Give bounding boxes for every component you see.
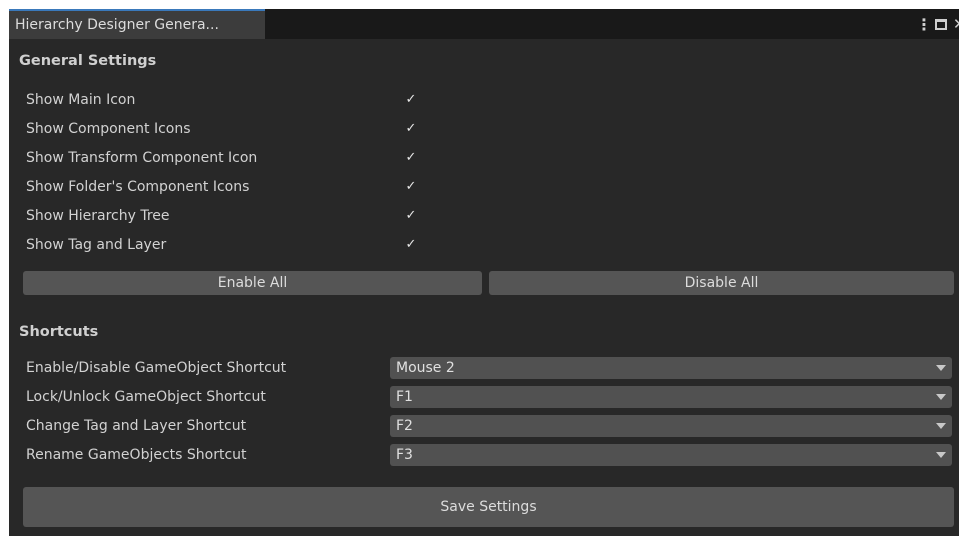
shortcut-label: Change Tag and Layer Shortcut <box>26 418 247 434</box>
dropdown-value: F2 <box>396 418 413 434</box>
window-tools: ⋮ ✕ <box>916 9 959 39</box>
dropdown-arrow-icon <box>936 394 946 400</box>
dropdown-arrow-icon <box>936 365 946 371</box>
dropdown-arrow-icon <box>936 423 946 429</box>
dropdown-value: F1 <box>396 389 413 405</box>
tab-bar: Hierarchy Designer Genera... ⋮ ✕ <box>9 9 959 39</box>
option-row: Show Hierarchy Tree ✓ <box>26 205 946 227</box>
option-row: Show Transform Component Icon ✓ <box>26 147 946 169</box>
show-component-icons-checkbox[interactable]: ✓ <box>403 121 419 137</box>
option-label: Show Main Icon <box>26 92 136 108</box>
option-label: Show Tag and Layer <box>26 237 167 253</box>
dropdown-value: Mouse 2 <box>396 360 455 376</box>
enable-disable-shortcut-dropdown[interactable]: Mouse 2 <box>390 357 952 379</box>
editor-window: Hierarchy Designer Genera... ⋮ ✕ General… <box>9 9 959 536</box>
option-label: Show Hierarchy Tree <box>26 208 170 224</box>
show-tag-layer-checkbox[interactable]: ✓ <box>403 237 419 253</box>
window-tab[interactable]: Hierarchy Designer Genera... <box>9 9 265 39</box>
save-settings-button[interactable]: Save Settings <box>23 487 954 527</box>
disable-all-button[interactable]: Disable All <box>489 271 954 295</box>
option-row: Show Tag and Layer ✓ <box>26 234 946 256</box>
maximize-icon[interactable] <box>935 18 947 30</box>
dropdown-arrow-icon <box>936 452 946 458</box>
option-row: Show Component Icons ✓ <box>26 118 946 140</box>
show-main-icon-checkbox[interactable]: ✓ <box>403 92 419 108</box>
general-settings-title: General Settings <box>19 53 157 69</box>
show-folder-icons-checkbox[interactable]: ✓ <box>403 179 419 195</box>
shortcuts-title: Shortcuts <box>19 324 99 340</box>
shortcut-label: Rename GameObjects Shortcut <box>26 447 247 463</box>
option-label: Show Transform Component Icon <box>26 150 258 166</box>
shortcut-label: Lock/Unlock GameObject Shortcut <box>26 389 266 405</box>
option-row: Show Main Icon ✓ <box>26 89 946 111</box>
show-transform-icon-checkbox[interactable]: ✓ <box>403 150 419 166</box>
option-label: Show Folder's Component Icons <box>26 179 250 195</box>
option-label: Show Component Icons <box>26 121 191 137</box>
enable-all-button[interactable]: Enable All <box>23 271 482 295</box>
close-icon[interactable]: ✕ <box>953 15 959 33</box>
show-hierarchy-tree-checkbox[interactable]: ✓ <box>403 208 419 224</box>
shortcut-label: Enable/Disable GameObject Shortcut <box>26 360 287 376</box>
option-row: Show Folder's Component Icons ✓ <box>26 176 946 198</box>
lock-unlock-shortcut-dropdown[interactable]: F1 <box>390 386 952 408</box>
rename-shortcut-dropdown[interactable]: F3 <box>390 444 952 466</box>
change-tag-layer-shortcut-dropdown[interactable]: F2 <box>390 415 952 437</box>
dropdown-value: F3 <box>396 447 413 463</box>
kebab-menu-icon[interactable]: ⋮ <box>916 15 932 34</box>
